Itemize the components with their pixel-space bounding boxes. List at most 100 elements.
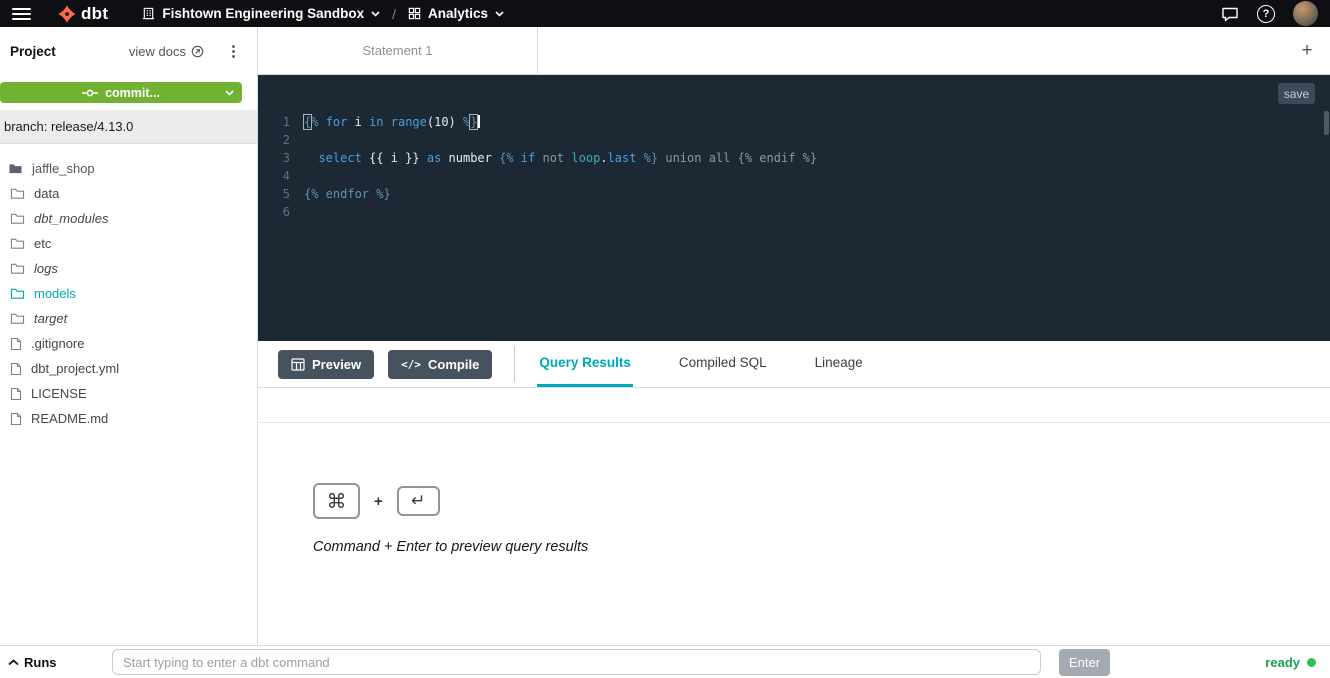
view-docs-link[interactable]: view docs	[129, 44, 204, 59]
tree-item-label: .gitignore	[31, 336, 84, 351]
status-indicator: ready	[1265, 655, 1316, 670]
code-line-6[interactable]: 6	[258, 203, 1320, 221]
editor-scrollbar[interactable]	[1324, 111, 1329, 135]
tree-item-target[interactable]: target	[0, 306, 257, 331]
tree-item-dbt_project.yml[interactable]: dbt_project.yml	[0, 356, 257, 381]
line-number: 4	[258, 167, 304, 185]
tree-item-label: LICENSE	[31, 386, 87, 401]
tree-item-dbt_modules[interactable]: dbt_modules	[0, 206, 257, 231]
text-cursor	[478, 115, 480, 128]
compile-button-label: Compile	[428, 357, 479, 372]
dbt-command-input[interactable]	[112, 649, 1041, 675]
code-lines: 1{% for i in range(10) %}23 select {{ i …	[258, 113, 1320, 221]
folder-icon	[10, 187, 25, 200]
grid-icon	[408, 7, 421, 20]
preview-button[interactable]: Preview	[278, 350, 374, 379]
command-key-icon: ⌘	[313, 483, 360, 519]
hamburger-menu-icon[interactable]	[12, 8, 31, 20]
code-line-1[interactable]: 1{% for i in range(10) %}	[258, 113, 1320, 131]
tree-item-label: etc	[34, 236, 51, 251]
enter-key-icon: ↵	[397, 486, 440, 516]
avatar[interactable]	[1293, 1, 1318, 26]
new-tab-button[interactable]: +	[1284, 27, 1330, 74]
tree-item-label: models	[34, 286, 76, 301]
folder-icon	[8, 162, 23, 175]
compile-button[interactable]: </> Compile	[388, 350, 492, 379]
file-icon	[10, 412, 22, 426]
enter-button[interactable]: Enter	[1059, 649, 1110, 676]
tree-item-LICENSE[interactable]: LICENSE	[0, 381, 257, 406]
tree-item-logs[interactable]: logs	[0, 256, 257, 281]
code-line-2[interactable]: 2	[258, 131, 1320, 149]
git-commit-icon	[82, 88, 98, 98]
line-number: 5	[258, 185, 304, 203]
vertical-divider	[514, 346, 515, 382]
code-editor[interactable]: save 1{% for i in range(10) %}23 select …	[258, 75, 1330, 341]
code-icon: </>	[401, 358, 421, 371]
status-label: ready	[1265, 655, 1300, 670]
runs-label: Runs	[24, 655, 57, 670]
org-switcher[interactable]: Fishtown Engineering Sandbox	[142, 6, 380, 21]
folder-icon	[10, 312, 25, 325]
kebab-menu-icon[interactable]: ⋮	[220, 42, 247, 60]
tab-statement-1[interactable]: Statement 1	[258, 27, 538, 74]
folder-icon	[10, 212, 25, 225]
code-line-4[interactable]: 4	[258, 167, 1320, 185]
view-docs-icon	[191, 45, 204, 58]
line-number: 6	[258, 203, 304, 221]
tree-item-data[interactable]: data	[0, 181, 257, 206]
bottom-bar: Runs Enter ready	[0, 645, 1330, 678]
plus-sign: +	[374, 493, 383, 510]
save-button[interactable]: save	[1278, 83, 1315, 104]
tab-compiled-sql[interactable]: Compiled SQL	[677, 341, 769, 387]
building-icon	[142, 7, 155, 20]
tree-item-jaffle_shop[interactable]: jaffle_shop	[0, 156, 257, 181]
tree-item-README.md[interactable]: README.md	[0, 406, 257, 431]
tree-item-models[interactable]: models	[0, 281, 257, 306]
code-line-3[interactable]: 3 select {{ i }} as number {% if not loo…	[258, 149, 1320, 167]
commit-button[interactable]: commit...	[0, 82, 242, 103]
code-text: {% for i in range(10) %}	[304, 113, 480, 131]
code-line-5[interactable]: 5{% endfor %}	[258, 185, 1320, 203]
chevron-down-icon	[371, 11, 380, 17]
file-icon	[10, 362, 22, 376]
folder-icon	[10, 287, 25, 300]
chevron-up-icon	[8, 659, 19, 666]
folder-icon	[10, 237, 25, 250]
chat-icon[interactable]	[1221, 6, 1239, 22]
runs-toggle[interactable]: Runs	[8, 655, 112, 670]
project-panel-title: Project	[10, 44, 56, 59]
breadcrumb-separator: /	[392, 6, 396, 22]
tree-item-label: dbt_modules	[34, 211, 108, 226]
code-text: {% endfor %}	[304, 185, 391, 203]
line-number: 2	[258, 131, 304, 149]
help-icon[interactable]: ?	[1257, 5, 1275, 23]
commit-button-label: commit...	[105, 86, 160, 100]
project-switcher[interactable]: Analytics	[408, 6, 504, 21]
chevron-down-icon	[225, 90, 234, 96]
status-dot	[1307, 658, 1316, 667]
tab-lineage[interactable]: Lineage	[813, 341, 865, 387]
tree-item-label: target	[34, 311, 67, 326]
actions-bar: Preview </> Compile Query Results Compile…	[258, 341, 1330, 388]
view-docs-label: view docs	[129, 44, 186, 59]
results-hint-text: Command + Enter to preview query results	[313, 539, 1330, 555]
file-icon	[10, 337, 22, 351]
tree-item-.gitignore[interactable]: .gitignore	[0, 331, 257, 356]
code-text: select {{ i }} as number {% if not loop.…	[304, 149, 817, 167]
results-panel: ⌘ + ↵ Command + Enter to preview query r…	[258, 423, 1330, 645]
tree-item-label: data	[34, 186, 59, 201]
tree-item-label: logs	[34, 261, 58, 276]
project-name: Analytics	[428, 6, 488, 21]
line-number: 3	[258, 149, 304, 167]
tree-item-label: README.md	[31, 411, 108, 426]
results-subheader	[258, 388, 1330, 423]
branch-label: branch: release/4.13.0	[0, 110, 257, 144]
file-icon	[10, 387, 22, 401]
line-number: 1	[258, 113, 304, 131]
chevron-down-icon	[495, 11, 504, 17]
tree-item-etc[interactable]: etc	[0, 231, 257, 256]
tab-query-results[interactable]: Query Results	[537, 341, 633, 387]
dbt-logo[interactable]: dbt	[57, 4, 108, 24]
editor-tab-bar: Statement 1 +	[258, 27, 1330, 75]
